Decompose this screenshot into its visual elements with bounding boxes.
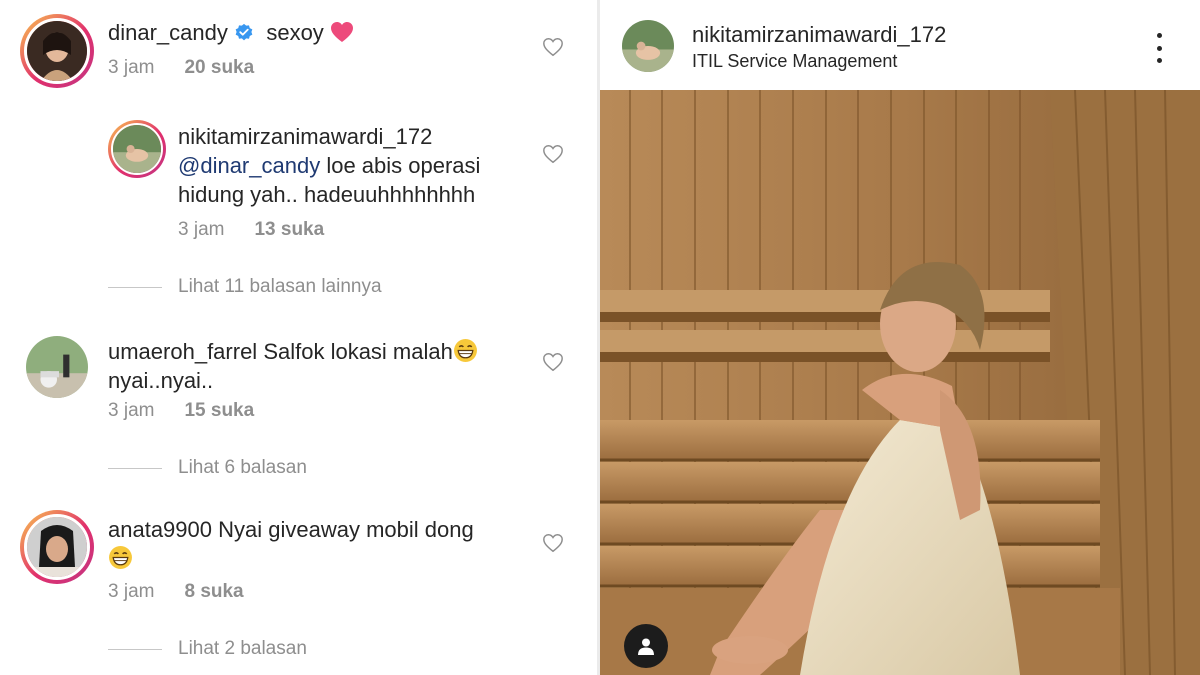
comment-time: 3 jam bbox=[108, 400, 155, 421]
view-replies-button[interactable]: Lihat 2 balasan bbox=[108, 638, 307, 660]
like-button[interactable] bbox=[542, 143, 564, 165]
grin-emoji-icon bbox=[109, 546, 132, 569]
comment-time: 3 jam bbox=[178, 219, 225, 240]
comment-text: hidung yah.. hadeuuhhhhhhhh bbox=[178, 182, 476, 207]
verified-icon bbox=[235, 23, 253, 41]
comment-username[interactable]: umaeroh_farrel bbox=[108, 339, 257, 364]
comment-likes[interactable]: 8 suka bbox=[184, 581, 243, 602]
comment-text: Nyai giveaway mobil dong bbox=[218, 517, 474, 542]
grin-emoji-icon bbox=[453, 339, 477, 362]
replies-line bbox=[108, 467, 162, 469]
sauna-photo bbox=[600, 90, 1200, 675]
comment-text: nyai..nyai.. bbox=[108, 368, 214, 393]
view-replies-button[interactable]: Lihat 6 balasan bbox=[108, 457, 307, 479]
like-button[interactable] bbox=[542, 351, 564, 373]
heart-emoji-icon bbox=[330, 22, 353, 42]
avatar-image bbox=[113, 125, 161, 173]
avatar-image bbox=[26, 336, 88, 398]
comment-2-body: nikitamirzanimawardi_172 @dinar_candy lo… bbox=[178, 124, 518, 209]
user-tag-icon bbox=[638, 638, 654, 655]
like-heart-icon bbox=[543, 38, 563, 57]
replies-line bbox=[108, 286, 162, 288]
comment-4-body: anata9900 Nyai giveaway mobil dong bbox=[108, 515, 528, 573]
avatar-anata[interactable] bbox=[20, 510, 94, 584]
comment-username[interactable]: dinar_candy bbox=[108, 20, 228, 45]
more-options-icon[interactable] bbox=[1152, 33, 1166, 63]
post-avatar[interactable] bbox=[622, 20, 674, 72]
replies-line bbox=[108, 648, 162, 650]
post-panel: nikitamirzanimawardi_172 ITIL Service Ma… bbox=[600, 0, 1200, 675]
avatar-nikita[interactable] bbox=[108, 120, 166, 178]
comment-likes[interactable]: 20 suka bbox=[184, 57, 254, 78]
comment-time: 3 jam bbox=[108, 581, 155, 602]
comments-panel: dinar_candy sexoy 3 jam 20 suka nikitamir… bbox=[0, 0, 598, 675]
mention-link[interactable]: @dinar_candy bbox=[178, 153, 320, 178]
post-location[interactable]: ITIL Service Management bbox=[692, 51, 897, 72]
comment-username[interactable]: nikitamirzanimawardi_172 bbox=[178, 124, 518, 150]
view-replies-button[interactable]: Lihat 11 balasan lainnya bbox=[108, 276, 382, 298]
comment-username[interactable]: anata9900 bbox=[108, 517, 212, 542]
comment-text: Salfok lokasi malah bbox=[263, 339, 453, 364]
like-heart-icon bbox=[543, 353, 563, 372]
comment-1-body: dinar_candy sexoy bbox=[108, 18, 354, 47]
user-tag-button[interactable] bbox=[624, 624, 668, 668]
comment-1-meta: 3 jam 20 suka bbox=[108, 57, 254, 79]
view-replies-label: Lihat 2 balasan bbox=[178, 638, 307, 659]
view-replies-label: Lihat 6 balasan bbox=[178, 457, 307, 478]
like-button[interactable] bbox=[542, 36, 564, 58]
comment-3-body: umaeroh_farrel Salfok lokasi malah nyai.… bbox=[108, 337, 528, 395]
avatar-image bbox=[622, 20, 674, 72]
comment-3-meta: 3 jam 15 suka bbox=[108, 400, 254, 422]
post-photo[interactable] bbox=[600, 90, 1200, 675]
avatar-umaeroh[interactable] bbox=[26, 336, 88, 398]
like-heart-icon bbox=[543, 145, 563, 164]
avatar-dinar-candy[interactable] bbox=[20, 14, 94, 88]
avatar-image bbox=[27, 517, 87, 577]
comment-likes[interactable]: 13 suka bbox=[254, 219, 324, 240]
like-heart-icon bbox=[543, 534, 563, 553]
view-replies-label: Lihat 11 balasan lainnya bbox=[178, 276, 382, 297]
comment-likes[interactable]: 15 suka bbox=[184, 400, 254, 421]
like-button[interactable] bbox=[542, 532, 564, 554]
post-username[interactable]: nikitamirzanimawardi_172 bbox=[692, 22, 946, 48]
comment-time: 3 jam bbox=[108, 57, 155, 78]
comment-text: loe abis operasi bbox=[326, 153, 481, 178]
avatar-image bbox=[27, 21, 87, 81]
comment-2-meta: 3 jam 13 suka bbox=[178, 219, 324, 241]
comment-text: sexoy bbox=[266, 20, 324, 45]
comment-4-meta: 3 jam 8 suka bbox=[108, 581, 244, 603]
